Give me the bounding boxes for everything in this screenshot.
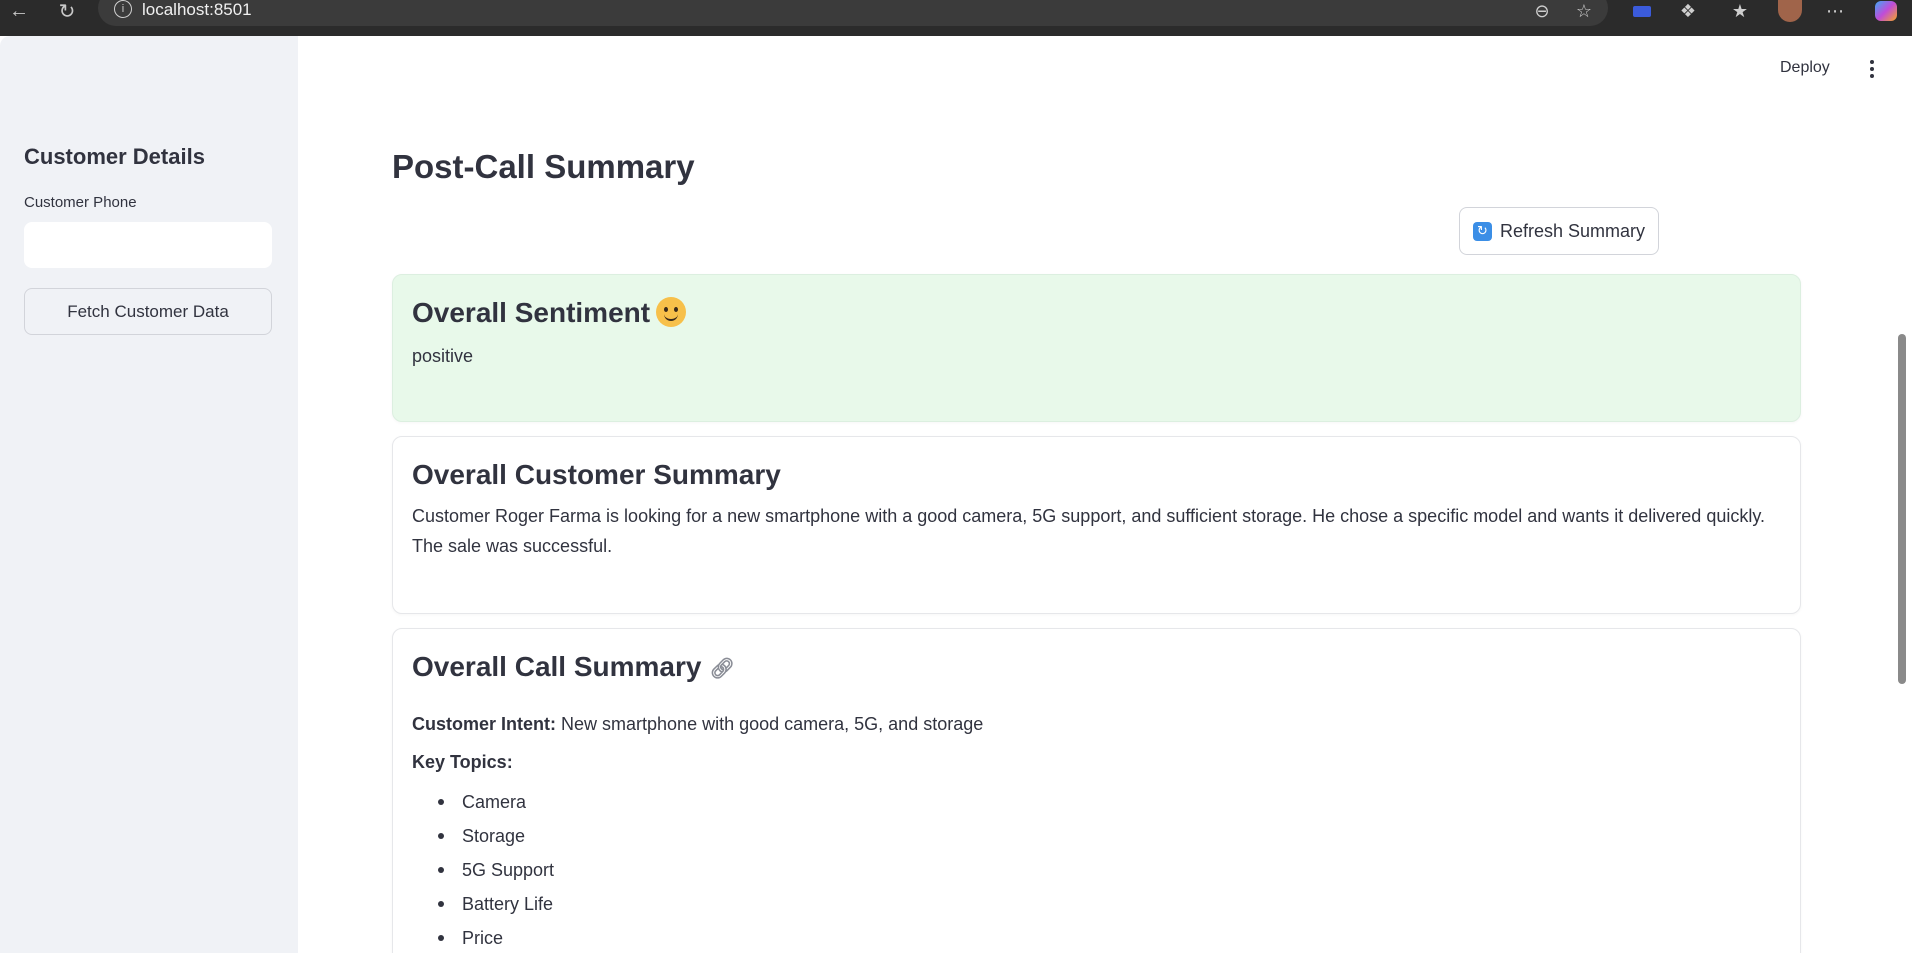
address-bar[interactable]: i localhost:8501 — [98, 0, 1608, 26]
customer-summary-card: Overall Customer Summary Customer Roger … — [392, 436, 1801, 614]
smiley-icon — [656, 296, 687, 327]
list-item: 5G Support — [412, 853, 554, 887]
reload-icon[interactable]: ↻ — [52, 0, 82, 23]
deploy-button[interactable]: Deploy — [1780, 59, 1830, 77]
app-window: Customer Details Customer Phone Fetch Cu… — [0, 36, 1912, 953]
extensions-icon[interactable]: ❖ — [1676, 0, 1700, 22]
key-topics-label: Key Topics: — [412, 752, 513, 772]
list-item: Battery Life — [412, 887, 554, 921]
page-title: Post-Call Summary — [392, 148, 695, 185]
browser-toolbar: ← ↻ i localhost:8501 ⊖ ☆ ❖ ★ ⋯ — [0, 0, 1912, 36]
customer-intent: Customer Intent: New smartphone with goo… — [412, 709, 983, 739]
refresh-summary-button[interactable]: ↻ Refresh Summary — [1459, 207, 1659, 255]
list-item: Price — [412, 921, 554, 953]
customer-summary-title: Overall Customer Summary — [412, 459, 781, 490]
sentiment-title: Overall Sentiment — [412, 296, 687, 330]
call-summary-card: Overall Call Summary 🔗︎ Customer Intent: … — [392, 628, 1801, 953]
sentiment-value: positive — [412, 346, 474, 366]
key-topics-list: Camera Storage 5G Support Battery Life P… — [412, 785, 554, 953]
list-item: Camera — [412, 785, 554, 819]
sentiment-card: Overall Sentiment positive — [392, 274, 1801, 422]
list-item: Storage — [412, 819, 554, 853]
star-icon[interactable]: ☆ — [1572, 0, 1596, 22]
copilot-icon[interactable] — [1872, 0, 1900, 22]
scrollbar[interactable] — [1898, 334, 1906, 684]
fetch-customer-data-button[interactable]: Fetch Customer Data — [24, 288, 272, 335]
zoom-out-icon[interactable]: ⊖ — [1530, 0, 1554, 22]
customer-intent-label: Customer Intent: — [412, 714, 556, 734]
link-icon[interactable]: 🔗︎ — [709, 656, 734, 681]
sidebar: Customer Details Customer Phone Fetch Cu… — [0, 36, 298, 953]
back-icon[interactable]: ← — [4, 0, 34, 22]
url-text[interactable]: localhost:8501 — [142, 0, 252, 20]
customer-intent-value: New smartphone with good camera, 5G, and… — [561, 714, 984, 734]
customer-summary-text: Customer Roger Farma is looking for a ne… — [412, 506, 1766, 556]
call-summary-title: Overall Call Summary 🔗︎ — [412, 651, 735, 683]
profile-icon[interactable] — [1776, 0, 1804, 22]
sentiment-title-text: Overall Sentiment — [412, 297, 651, 328]
customer-phone-input[interactable] — [24, 222, 272, 268]
customer-phone-label: Customer Phone — [24, 194, 137, 211]
refresh-icon: ↻ — [1472, 221, 1492, 241]
favorites-icon[interactable]: ★ — [1728, 0, 1752, 22]
sidebar-title: Customer Details — [24, 144, 205, 169]
main-menu-icon[interactable] — [1862, 58, 1882, 80]
more-icon[interactable]: ⋯ — [1823, 0, 1847, 22]
refresh-summary-label: Refresh Summary — [1499, 220, 1646, 241]
call-summary-title-text: Overall Call Summary — [412, 651, 702, 682]
screen-icon[interactable] — [1630, 0, 1654, 22]
info-icon[interactable]: i — [114, 0, 132, 18]
